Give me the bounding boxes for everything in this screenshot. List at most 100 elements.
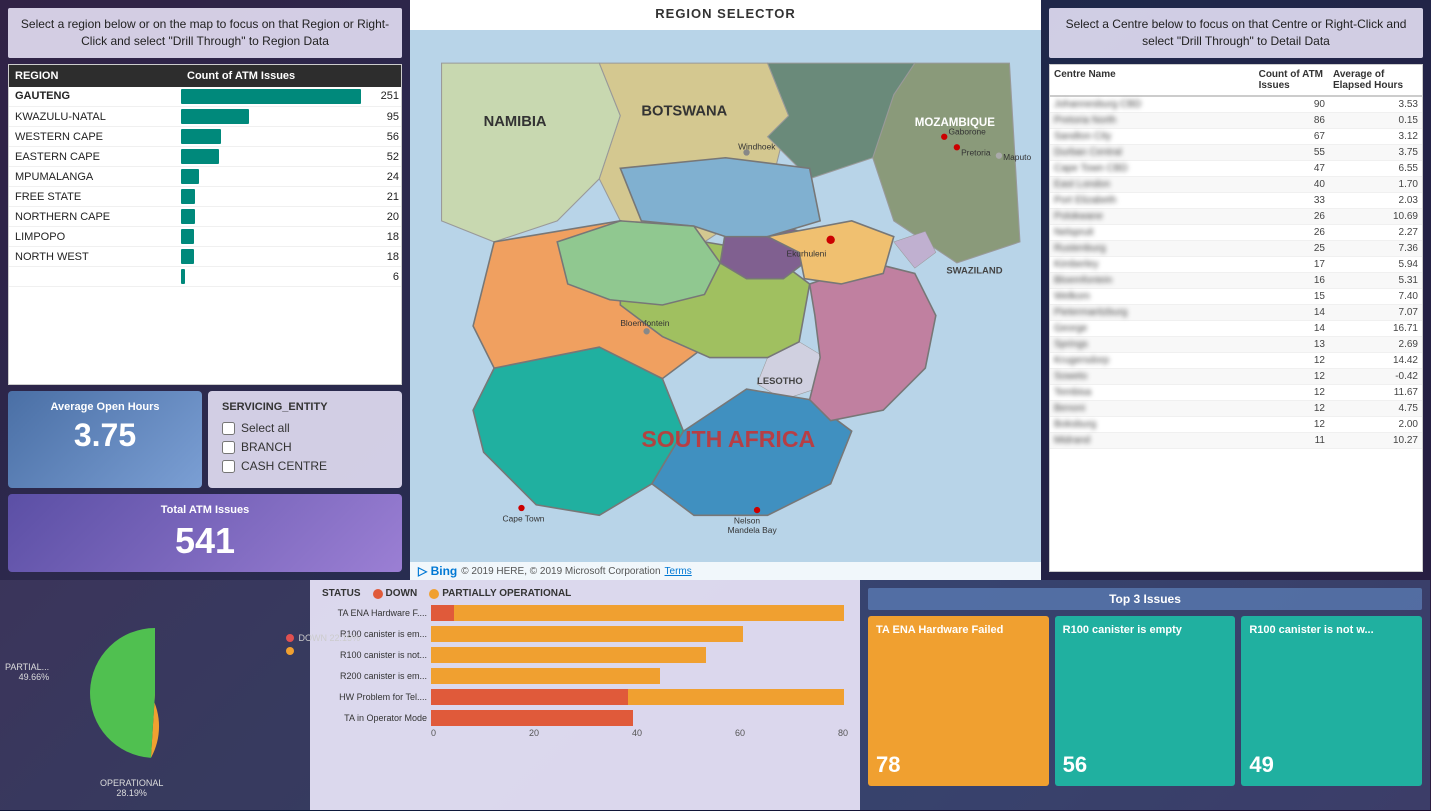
region-count: 20: [181, 211, 401, 223]
centre-count-cell: 86: [1255, 112, 1329, 128]
centre-count-cell: 90: [1255, 96, 1329, 113]
bar-container: [431, 647, 848, 663]
bar-label: TA in Operator Mode: [322, 713, 427, 723]
svg-text:Windhoek: Windhoek: [738, 141, 776, 151]
region-bar-cell: 21: [181, 187, 401, 207]
centre-row[interactable]: Pretoria North860.15: [1050, 112, 1422, 128]
region-map[interactable]: NAMIBIA BOTSWANA MOZAMBIQUE SWAZILAND SW…: [410, 30, 1041, 580]
centre-avg-cell: 5.31: [1329, 272, 1422, 288]
centre-name-cell: Benoni: [1050, 400, 1255, 416]
centre-avg-cell: 2.27: [1329, 224, 1422, 240]
centre-row[interactable]: Boksburg122.00: [1050, 416, 1422, 432]
centre-row[interactable]: Sandton City673.12: [1050, 128, 1422, 144]
bar-row: HW Problem for Tel....: [322, 689, 848, 705]
centre-name-cell: Nelspruit: [1050, 224, 1255, 240]
centre-row[interactable]: Bloemfontein165.31: [1050, 272, 1422, 288]
centre-name-cell: Kimberley: [1050, 256, 1255, 272]
centre-name-cell: Welkom: [1050, 288, 1255, 304]
top3-card[interactable]: R100 canister is not w...49: [1241, 616, 1422, 786]
total-issues-value: 541: [22, 520, 388, 562]
atm-issues-header: Count of ATM Issues: [1255, 65, 1329, 96]
region-row[interactable]: LIMPOPO18: [9, 227, 401, 247]
centre-row[interactable]: Benoni124.75: [1050, 400, 1422, 416]
map-terms[interactable]: Terms: [665, 566, 692, 577]
bar-row: TA in Operator Mode: [322, 710, 848, 726]
bing-footer: ▷ Bing © 2019 HERE, © 2019 Microsoft Cor…: [410, 562, 1041, 580]
region-row[interactable]: GAUTENG251: [9, 87, 401, 107]
centre-name-cell: Krugersdorp: [1050, 352, 1255, 368]
legend-partial: [286, 647, 360, 655]
centre-avg-cell: 7.07: [1329, 304, 1422, 320]
region-bar-cell: 6: [181, 267, 401, 287]
centre-row[interactable]: Krugersdorp1214.42: [1050, 352, 1422, 368]
bottom-section: PARTIAL...49.66% DOWN 22.15%: [0, 580, 1431, 810]
branch-checkbox[interactable]: BRANCH: [222, 440, 388, 454]
region-bar-cell: 251: [181, 87, 401, 107]
map-container[interactable]: NAMIBIA BOTSWANA MOZAMBIQUE SWAZILAND SW…: [410, 30, 1041, 580]
region-bar-cell: 56: [181, 127, 401, 147]
region-name-cell: FREE STATE: [9, 187, 181, 207]
map-panel[interactable]: REGION SELECTOR: [410, 0, 1041, 580]
centre-row[interactable]: Rustenburg257.36: [1050, 240, 1422, 256]
centre-row[interactable]: Kimberley175.94: [1050, 256, 1422, 272]
status-legend: STATUS DOWN PARTIALLY OPERATIONAL: [322, 588, 848, 599]
centre-avg-cell: 14.42: [1329, 352, 1422, 368]
centre-row[interactable]: Welkom157.40: [1050, 288, 1422, 304]
partial-label: PARTIAL...49.66%: [5, 662, 49, 684]
centre-row[interactable]: Pietermaritzburg147.07: [1050, 304, 1422, 320]
cash-centre-checkbox[interactable]: CASH CENTRE: [222, 459, 388, 473]
region-name-cell: NORTHERN CAPE: [9, 207, 181, 227]
region-row[interactable]: WESTERN CAPE56: [9, 127, 401, 147]
centre-row[interactable]: Nelspruit262.27: [1050, 224, 1422, 240]
centre-row[interactable]: Soweto12-0.42: [1050, 368, 1422, 384]
region-bar-cell: 18: [181, 227, 401, 247]
centre-row[interactable]: Tembisa1211.67: [1050, 384, 1422, 400]
region-row[interactable]: 6: [9, 267, 401, 287]
select-all-checkbox[interactable]: Select all: [222, 421, 388, 435]
top3-card[interactable]: R100 canister is empty56: [1055, 616, 1236, 786]
centre-count-cell: 17: [1255, 256, 1329, 272]
region-count: 6: [181, 271, 401, 283]
region-row[interactable]: NORTHERN CAPE20: [9, 207, 401, 227]
centre-row[interactable]: Midrand1110.27: [1050, 432, 1422, 448]
region-count: 18: [181, 231, 401, 243]
region-row[interactable]: FREE STATE21: [9, 187, 401, 207]
svg-text:SOUTH AFRICA: SOUTH AFRICA: [641, 426, 815, 452]
centre-row[interactable]: Durban Central553.75: [1050, 144, 1422, 160]
region-row[interactable]: KWAZULU-NATAL95: [9, 107, 401, 127]
top3-card[interactable]: TA ENA Hardware Failed78: [868, 616, 1049, 786]
top3-card-count: 78: [876, 752, 1041, 778]
centre-row[interactable]: East London401.70: [1050, 176, 1422, 192]
region-row[interactable]: NORTH WEST18: [9, 247, 401, 267]
centre-count-cell: 40: [1255, 176, 1329, 192]
region-name-cell: EASTERN CAPE: [9, 147, 181, 167]
centre-avg-cell: 1.70: [1329, 176, 1422, 192]
centre-row[interactable]: Cape Town CBD476.55: [1050, 160, 1422, 176]
region-row[interactable]: EASTERN CAPE52: [9, 147, 401, 167]
centre-name-cell: Johannesburg CBD: [1050, 96, 1255, 113]
servicing-entity-box: SERVICING_ENTITY Select all BRANCH CASH …: [208, 391, 402, 488]
centre-count-cell: 13: [1255, 336, 1329, 352]
region-name-cell: MPUMALANGA: [9, 167, 181, 187]
top3-cards: TA ENA Hardware Failed78R100 canister is…: [868, 616, 1422, 786]
partial-legend-label: PARTIALLY OPERATIONAL: [442, 588, 571, 599]
red-bar: [431, 710, 633, 726]
region-row[interactable]: MPUMALANGA24: [9, 167, 401, 187]
centre-name-cell: Polokwane: [1050, 208, 1255, 224]
centre-row[interactable]: Johannesburg CBD903.53: [1050, 96, 1422, 113]
centre-avg-cell: 2.69: [1329, 336, 1422, 352]
centre-row[interactable]: Port Elizabeth332.03: [1050, 192, 1422, 208]
region-bar-cell: 95: [181, 107, 401, 127]
orange-bar: [431, 626, 743, 642]
centre-row[interactable]: Polokwane2610.69: [1050, 208, 1422, 224]
centre-row[interactable]: Springs132.69: [1050, 336, 1422, 352]
branch-input[interactable]: [222, 441, 235, 454]
centre-avg-cell: 2.00: [1329, 416, 1422, 432]
cash-centre-input[interactable]: [222, 460, 235, 473]
select-all-input[interactable]: [222, 422, 235, 435]
region-name-cell: [9, 267, 181, 287]
centre-avg-cell: 3.12: [1329, 128, 1422, 144]
partial-legend: PARTIALLY OPERATIONAL: [429, 588, 571, 599]
centre-row[interactable]: George1416.71: [1050, 320, 1422, 336]
region-table: REGION Count of ATM Issues GAUTENG251KWA…: [8, 64, 402, 385]
